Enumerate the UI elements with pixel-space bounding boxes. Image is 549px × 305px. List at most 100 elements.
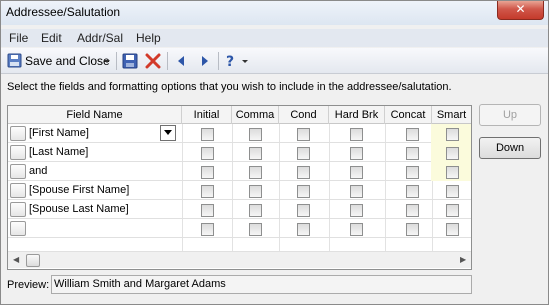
column-header-comma[interactable]: Comma (232, 106, 279, 124)
row-selector[interactable] (10, 221, 26, 236)
initial-checkbox[interactable] (201, 204, 214, 217)
smart-checkbox[interactable] (446, 147, 459, 160)
smart-checkbox[interactable] (446, 185, 459, 198)
save-and-close-button[interactable]: Save and Close (5, 51, 111, 71)
addressee-salutation-window: Addressee/Salutation ✕ File Edit Addr/Sa… (0, 0, 549, 305)
cond-checkbox[interactable] (297, 166, 310, 179)
cond-checkbox[interactable] (297, 223, 310, 236)
comma-checkbox[interactable] (249, 147, 262, 160)
concat-checkbox[interactable] (406, 223, 419, 236)
smart-checkbox[interactable] (446, 166, 459, 179)
field-dropdown-button[interactable] (160, 125, 176, 141)
concat-checkbox[interactable] (406, 166, 419, 179)
table-row[interactable]: [Last Name] (8, 143, 471, 162)
scroll-left-icon[interactable]: ◀ (13, 255, 19, 264)
hard-brk-checkbox[interactable] (350, 147, 363, 160)
help-dropdown-icon (242, 60, 248, 63)
column-header-field-name[interactable]: Field Name (8, 106, 182, 124)
column-header-initial[interactable]: Initial (182, 106, 232, 124)
preview-field: William Smith and Margaret Adams (51, 275, 472, 294)
field-name-cell[interactable]: [Spouse Last Name] (28, 200, 180, 219)
down-button[interactable]: Down (479, 137, 541, 159)
column-header-hard-brk[interactable]: Hard Brk (329, 106, 385, 124)
save-button[interactable] (121, 51, 139, 71)
up-button[interactable]: Up (479, 104, 541, 126)
row-selector[interactable] (10, 145, 26, 160)
comma-checkbox[interactable] (249, 166, 262, 179)
chevron-down-icon (164, 130, 172, 135)
smart-checkbox[interactable] (446, 204, 459, 217)
initial-checkbox[interactable] (201, 128, 214, 141)
delete-button[interactable] (144, 51, 162, 71)
help-button[interactable]: ? (223, 51, 239, 71)
comma-checkbox[interactable] (249, 128, 262, 141)
table-row[interactable] (8, 219, 471, 238)
hard-brk-checkbox[interactable] (350, 128, 363, 141)
save-close-icon (7, 53, 22, 68)
field-name-cell[interactable]: [First Name] (28, 124, 180, 143)
hard-brk-checkbox[interactable] (350, 204, 363, 217)
toolbar: Save and Close ? (1, 48, 548, 74)
scroll-right-icon[interactable]: ▶ (460, 255, 466, 264)
menu-help[interactable]: Help (136, 31, 161, 45)
field-name-cell[interactable]: [Last Name] (28, 143, 180, 162)
comma-checkbox[interactable] (249, 223, 262, 236)
toolbar-separator (167, 52, 168, 70)
hard-brk-checkbox[interactable] (350, 223, 363, 236)
cond-checkbox[interactable] (297, 204, 310, 217)
grid-body: [First Name] [Last Name] and [Spouse First … (8, 124, 471, 251)
concat-checkbox[interactable] (406, 147, 419, 160)
menu-file[interactable]: File (9, 31, 28, 45)
cond-checkbox[interactable] (297, 147, 310, 160)
scrollbar-thumb[interactable] (26, 254, 40, 267)
concat-checkbox[interactable] (406, 185, 419, 198)
next-icon (202, 56, 208, 66)
table-row[interactable]: [Spouse First Name] (8, 181, 471, 200)
table-row[interactable]: [Spouse Last Name] (8, 200, 471, 219)
menu-addr-sal[interactable]: Addr/Sal (77, 31, 123, 45)
initial-checkbox[interactable] (201, 147, 214, 160)
row-selector[interactable] (10, 126, 26, 141)
close-button[interactable]: ✕ (497, 1, 544, 20)
menu-bar: File Edit Addr/Sal Help (1, 29, 548, 47)
help-dropdown[interactable] (241, 51, 251, 71)
row-selector[interactable] (10, 164, 26, 179)
initial-checkbox[interactable] (201, 185, 214, 198)
concat-checkbox[interactable] (406, 128, 419, 141)
hard-brk-checkbox[interactable] (350, 166, 363, 179)
svg-text:?: ? (226, 54, 234, 69)
cond-checkbox[interactable] (297, 185, 310, 198)
comma-checkbox[interactable] (249, 185, 262, 198)
title-bar: Addressee/Salutation ✕ (1, 1, 548, 25)
menu-edit[interactable]: Edit (41, 31, 62, 45)
preview-label: Preview: (7, 279, 50, 291)
cond-checkbox[interactable] (297, 128, 310, 141)
table-row[interactable]: [First Name] (8, 124, 471, 143)
smart-checkbox[interactable] (446, 128, 459, 141)
toolbar-separator (116, 52, 117, 70)
initial-checkbox[interactable] (201, 166, 214, 179)
delete-icon (145, 53, 161, 69)
column-header-concat[interactable]: Concat (385, 106, 432, 124)
field-name-cell[interactable]: and (28, 162, 180, 181)
next-button[interactable] (197, 51, 213, 71)
row-selector[interactable] (10, 183, 26, 198)
hard-brk-checkbox[interactable] (350, 185, 363, 198)
previous-button[interactable] (173, 51, 189, 71)
toolbar-separator (218, 52, 219, 70)
initial-checkbox[interactable] (201, 223, 214, 236)
smart-checkbox[interactable] (446, 223, 459, 236)
row-selector[interactable] (10, 202, 26, 217)
table-row[interactable]: and (8, 162, 471, 181)
horizontal-scrollbar[interactable]: ◀ ▶ (8, 251, 471, 268)
field-name-cell[interactable]: [Spouse First Name] (28, 181, 180, 200)
concat-checkbox[interactable] (406, 204, 419, 217)
field-name-cell[interactable] (28, 219, 180, 238)
column-header-cond[interactable]: Cond (279, 106, 329, 124)
column-header-smart[interactable]: Smart (432, 106, 471, 124)
save-icon (122, 53, 138, 69)
save-close-dropdown[interactable] (102, 51, 114, 71)
window-title: Addressee/Salutation (6, 5, 121, 19)
close-icon: ✕ (515, 2, 526, 16)
comma-checkbox[interactable] (249, 204, 262, 217)
